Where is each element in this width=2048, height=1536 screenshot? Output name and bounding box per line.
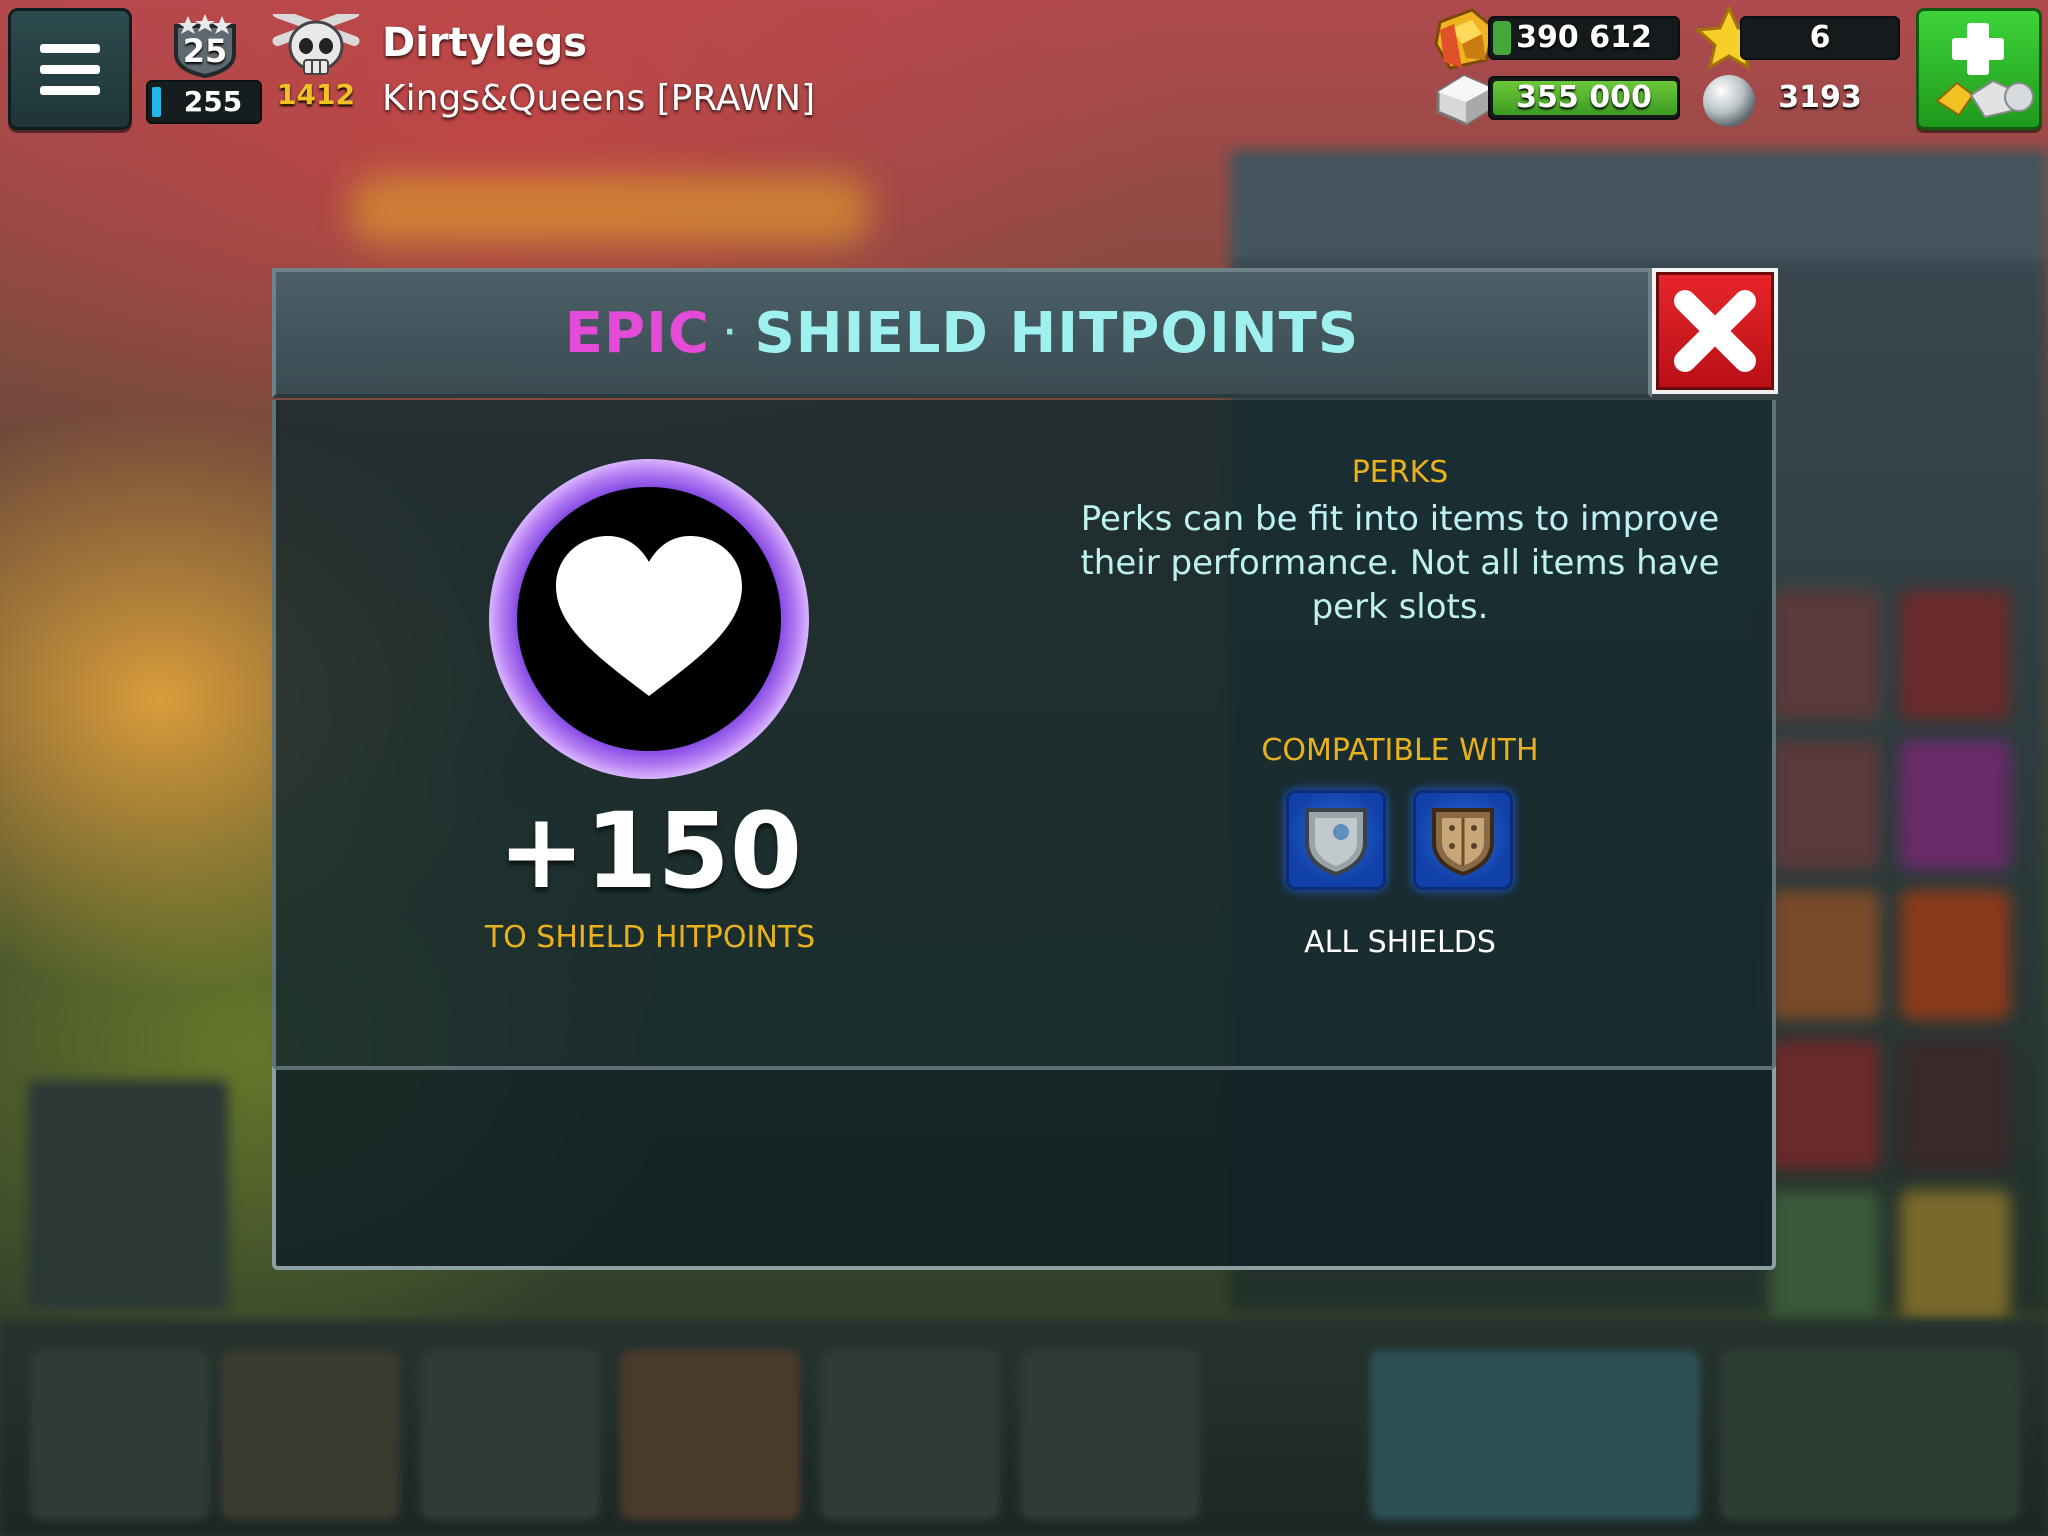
background-inventory-tiles (1770, 590, 2030, 1330)
star-count: 6 (1809, 20, 1831, 55)
bonus-label: TO SHIELD HITPOINTS (484, 920, 816, 955)
bonus-value: +150 (497, 790, 803, 912)
perk-name: SHIELD HITPOINTS (754, 300, 1360, 366)
main-menu-button[interactable] (8, 8, 132, 130)
player-level-badge[interactable]: 25 (168, 14, 242, 78)
compatible-label: ALL SHIELDS (1304, 925, 1496, 960)
perk-badge (489, 459, 809, 779)
skull-crossbones-icon (272, 14, 360, 75)
pearl-count: 3193 (1778, 80, 1862, 115)
gold-bar: 390 612 (1488, 16, 1680, 60)
gold-amount: 390 612 (1516, 20, 1652, 55)
player-level: 25 (182, 32, 228, 70)
star-bar: 6 (1740, 16, 1900, 60)
title-separator: · (724, 314, 737, 350)
rarity-label: EPIC (564, 300, 711, 366)
perks-heading: PERKS (1351, 455, 1449, 490)
close-x-icon (1674, 290, 1756, 372)
modal-footer (272, 1066, 1776, 1270)
clan-name[interactable]: Kings&Queens [PRAWN] (382, 78, 815, 119)
hamburger-menu-icon (40, 43, 100, 53)
silver-bar: 355 000 (1488, 76, 1680, 120)
steel-shield-icon (1305, 808, 1367, 877)
player-name[interactable]: Dirtylegs (382, 20, 587, 66)
perks-description: Perks can be fit into items to improve t… (1080, 499, 1720, 627)
add-currency-button[interactable] (1916, 8, 2042, 130)
add-currency-icon (1935, 23, 2034, 119)
compatible-heading: COMPATIBLE WITH (1261, 733, 1539, 768)
wooden-shield-icon (1432, 808, 1494, 877)
xp-bar: 255 (146, 80, 262, 124)
trophy-count: 1412 (277, 78, 355, 111)
xp-fill (152, 87, 161, 117)
background-bottom-bar (0, 1320, 2048, 1536)
modal-title: EPIC · SHIELD HITPOINTS (565, 301, 1359, 366)
background-left-panel (28, 1080, 228, 1310)
compatible-item-wooden-shield[interactable] (1413, 790, 1513, 890)
xp-value: 255 (183, 85, 243, 118)
modal-header: EPIC · SHIELD HITPOINTS (272, 268, 1652, 398)
compatible-item-steel-shield[interactable] (1286, 790, 1386, 890)
close-button[interactable] (1652, 268, 1778, 394)
silver-amount: 355 000 (1516, 80, 1652, 115)
background-title-blur (350, 175, 870, 245)
